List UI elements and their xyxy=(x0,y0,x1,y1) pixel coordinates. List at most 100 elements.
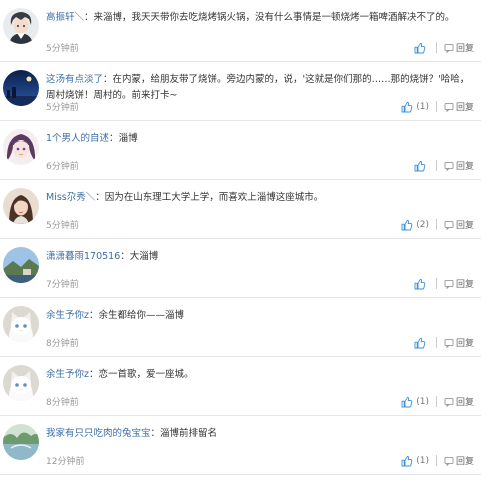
reply-icon xyxy=(444,102,454,112)
author-link[interactable]: 余生予你z xyxy=(46,369,89,380)
author-link[interactable]: 1个男人的自述 xyxy=(46,133,109,144)
landscape-avatar-image xyxy=(3,247,39,283)
comment-item-8: 我家有只只吃肉的兔宝宝：淄博前排留名 12分钟前 (1) 回复 xyxy=(0,416,481,475)
reply-button[interactable]: 回复 xyxy=(444,395,474,408)
comment-body: 潇潇暮雨170516：大淄博 xyxy=(46,251,159,262)
like-button[interactable]: (1) xyxy=(401,455,429,467)
reply-button[interactable]: 回复 xyxy=(444,100,474,113)
comment-list: 高振轩＼：来淄博，我天天带你去吃烧烤锅火锅，没有什么事情是一顿烧烤一箱啤酒解决不… xyxy=(0,0,481,475)
comment-actions: 回复 xyxy=(414,277,474,290)
thumbs-up-icon xyxy=(401,219,413,230)
thumbs-up-icon xyxy=(401,396,413,407)
author-link[interactable]: 潇潇暮雨170516 xyxy=(46,251,120,262)
like-count: (2) xyxy=(416,219,429,230)
comment-actions: 回复 xyxy=(414,159,474,172)
avatar[interactable] xyxy=(3,365,39,401)
like-count: (1) xyxy=(416,455,429,466)
action-divider xyxy=(435,219,437,230)
comment-actions: (1) 回复 xyxy=(401,395,474,408)
avatar[interactable] xyxy=(3,129,39,165)
author-link[interactable]: 高振轩＼ xyxy=(46,12,84,23)
comment-item-7: 余生予你z：恋一首歌，爱一座城。 8分钟前 (1) 回复 xyxy=(0,357,481,416)
comment-time: 5分钟前 xyxy=(46,44,79,54)
white-cat-avatar-image xyxy=(3,365,39,401)
like-button[interactable]: (1) xyxy=(401,101,429,113)
thumbs-up-icon xyxy=(401,101,413,112)
comment-actions: 回复 xyxy=(414,41,474,54)
action-divider xyxy=(435,278,437,289)
like-count: (1) xyxy=(416,396,429,407)
comment-item-5: 潇潇暮雨170516：大淄博 7分钟前 回复 xyxy=(0,239,481,298)
avatar[interactable] xyxy=(3,188,39,224)
like-button[interactable] xyxy=(414,160,429,172)
action-divider xyxy=(435,455,437,466)
reply-button[interactable]: 回复 xyxy=(444,159,474,172)
reply-button[interactable]: 回复 xyxy=(444,218,474,231)
reply-label: 回复 xyxy=(455,162,474,172)
comment-item-3: 1个男人的自述：淄博 6分钟前 回复 xyxy=(0,121,481,180)
avatar[interactable] xyxy=(3,306,39,342)
comment-text: 恋一首歌，爱一座城。 xyxy=(98,369,194,380)
comment-item-2: 这汤有点淡了：在内蒙，给朋友带了烧饼。旁边内蒙的，说，'这就是你们那的……那的烧… xyxy=(0,62,481,121)
comment-actions: (2) 回复 xyxy=(401,218,474,231)
comment-body: 我家有只只吃肉的兔宝宝：淄博前排留名 xyxy=(46,428,218,439)
like-button[interactable] xyxy=(414,337,429,349)
woman-avatar-image xyxy=(3,188,39,224)
author-link[interactable]: 余生予你z xyxy=(46,310,89,321)
action-divider xyxy=(435,42,437,53)
comment-text: 大淄博 xyxy=(129,251,159,262)
comment-item-4: Miss尕秀＼：因为在山东理工大学上学，而喜欢上淄博这座城市。 5分钟前 (2)… xyxy=(0,180,481,239)
reply-label: 回复 xyxy=(455,44,474,54)
action-divider xyxy=(435,337,437,348)
author-link[interactable]: 我家有只只吃肉的兔宝宝 xyxy=(46,428,151,439)
reply-label: 回复 xyxy=(455,280,474,290)
comment-text: 淄博前排留名 xyxy=(160,428,218,439)
reply-icon xyxy=(444,43,454,53)
comment-actions: (1) 回复 xyxy=(401,454,474,467)
like-button[interactable]: (2) xyxy=(401,219,429,231)
avatar[interactable] xyxy=(3,8,39,44)
comment-time: 6分钟前 xyxy=(46,162,79,172)
like-button[interactable]: (1) xyxy=(401,396,429,408)
avatar[interactable] xyxy=(3,70,39,106)
reply-button[interactable]: 回复 xyxy=(444,454,474,467)
reply-button[interactable]: 回复 xyxy=(444,336,474,349)
anime-boy-avatar-image xyxy=(3,8,39,44)
comment-body: 1个男人的自述：淄博 xyxy=(46,133,138,144)
avatar[interactable] xyxy=(3,424,39,460)
reply-label: 回复 xyxy=(455,457,474,467)
comment-text: 来淄博，我天天带你去吃烧烤锅火锅，没有什么事情是一顿烧烤一箱啤酒解决不了的。 xyxy=(93,12,455,23)
avatar[interactable] xyxy=(3,247,39,283)
comment-text: 因为在山东理工大学上学，而喜欢上淄博这座城市。 xyxy=(104,192,324,203)
like-button[interactable] xyxy=(414,42,429,54)
thumbs-up-icon xyxy=(401,455,413,466)
comment-time: 7分钟前 xyxy=(46,280,79,290)
lake-scene-avatar-image xyxy=(3,424,39,460)
comment-body: 余生予你z：恋一首歌，爱一座城。 xyxy=(46,369,194,380)
comment-item-1: 高振轩＼：来淄博，我天天带你去吃烧烤锅火锅，没有什么事情是一顿烧烤一箱啤酒解决不… xyxy=(0,0,481,62)
reply-label: 回复 xyxy=(455,103,474,113)
reply-icon xyxy=(444,161,454,171)
reply-icon xyxy=(444,456,454,466)
author-link[interactable]: 这汤有点淡了 xyxy=(46,74,103,85)
comment-time: 8分钟前 xyxy=(46,398,79,408)
thumbs-up-icon xyxy=(414,278,426,289)
thumbs-up-icon xyxy=(414,337,426,348)
night-scene-avatar-image xyxy=(3,70,39,106)
reply-button[interactable]: 回复 xyxy=(444,41,474,54)
reply-button[interactable]: 回复 xyxy=(444,277,474,290)
reply-label: 回复 xyxy=(455,398,474,408)
comment-time: 5分钟前 xyxy=(46,221,79,231)
comment-actions: 回复 xyxy=(414,336,474,349)
action-divider xyxy=(435,101,437,112)
like-button[interactable] xyxy=(414,278,429,290)
action-divider xyxy=(435,160,437,171)
comment-text: 余生都给你——淄博 xyxy=(98,310,185,321)
comment-time: 8分钟前 xyxy=(46,339,79,349)
anime-girl-avatar-image xyxy=(3,129,39,165)
reply-icon xyxy=(444,220,454,230)
reply-label: 回复 xyxy=(455,339,474,349)
reply-icon xyxy=(444,338,454,348)
like-count: (1) xyxy=(416,101,429,112)
author-link[interactable]: Miss尕秀＼ xyxy=(46,192,95,203)
